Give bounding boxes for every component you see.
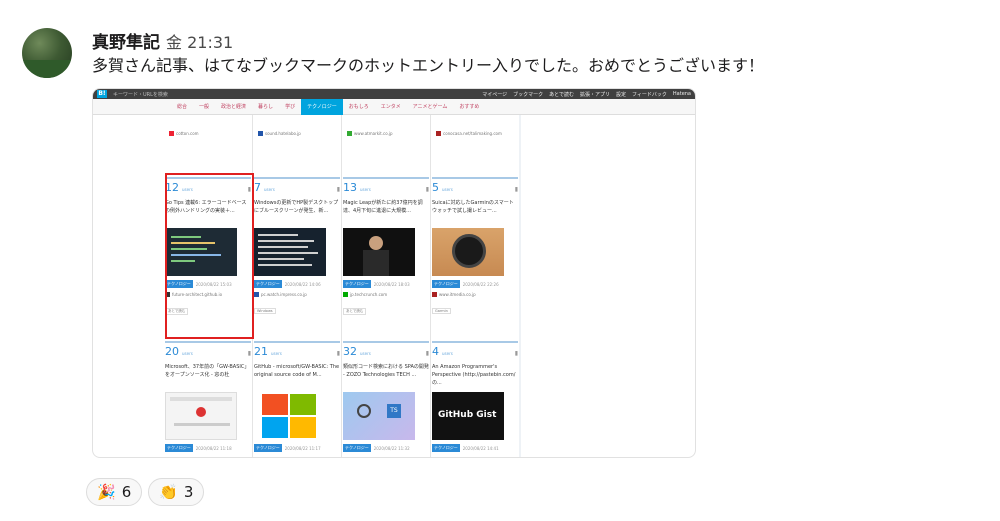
github-gist-thumbnail: GitHub Gist xyxy=(432,392,504,440)
attached-screenshot[interactable]: B! キーワード・URLを検索 マイページ ブックマーク あとで読む 拡張・アプ… xyxy=(92,88,696,458)
bookmark-count: 4 xyxy=(432,345,439,358)
top-row-source: sound.hatelabo.jp xyxy=(258,131,301,136)
hatena-tab: おもしろ xyxy=(348,103,369,110)
entry-tag: テクノロジー xyxy=(165,444,193,452)
microsoft-logo-thumbnail xyxy=(254,392,326,440)
hatena-top-bar: B! キーワード・URLを検索 マイページ ブックマーク あとで読む 拡張・アプ… xyxy=(93,89,695,99)
entry-card: 21 users ▮ GitHub - microsoft/GW-BASIC: Th… xyxy=(254,341,340,452)
entry-tag: テクノロジー xyxy=(343,444,371,452)
bookmark-count: 7 xyxy=(254,181,261,194)
entry-thumbnail xyxy=(432,228,504,276)
hatena-tab: 一般 xyxy=(199,103,210,110)
bookmark-icon: ▮ xyxy=(514,350,518,357)
hatena-search: キーワード・URLを検索 xyxy=(113,91,168,98)
entry-tag: テクノロジー xyxy=(254,444,282,452)
entry-title: Microsoft、37年前の「GW-BASIC」をオープンソース化 - 窓の杜 xyxy=(165,364,250,378)
entry-card: 20 users ▮ Microsoft、37年前の「GW-BASIC」をオープンソ… xyxy=(165,341,251,452)
hatena-link: フィードバック xyxy=(632,91,667,98)
reaction-party[interactable]: 🎉 6 xyxy=(86,478,143,506)
entry-tag: テクノロジー xyxy=(432,280,460,288)
highlight-box xyxy=(165,173,254,339)
hatena-link: 拡張・アプリ xyxy=(579,91,610,98)
entry-card: 4 users ▮ An Amazon Programmer's Perspecti… xyxy=(432,341,518,452)
reaction-count: 6 xyxy=(121,483,132,501)
bookmark-icon: ▮ xyxy=(247,350,251,357)
entry-card: 7 users ▮ Windowsの更新でHP製デスクトップにブルースクリーンが発生… xyxy=(254,177,340,316)
clapping-hands-icon: 👏 xyxy=(159,483,178,501)
top-row-source: cotton.com xyxy=(169,131,199,136)
entry-title: Suicaに対応したGarminのスマートウォッチで試し撮レビュー... xyxy=(432,200,514,214)
hatena-link: ブックマーク xyxy=(513,91,544,98)
bookmark-icon: ▮ xyxy=(425,350,429,357)
hatena-logo: B! xyxy=(97,90,107,98)
entry-title: Magic Leapが新たに約37億円を調達、4月下旬に進退に大規模... xyxy=(343,200,423,214)
bookmark-icon: ▮ xyxy=(425,186,429,193)
top-row-source: www.atmarkit.co.jp xyxy=(347,131,393,136)
hatena-link: 設定 xyxy=(615,91,626,98)
entry-thumbnail xyxy=(254,228,326,276)
reactions-bar: 🎉 6 👏 3 xyxy=(86,478,205,506)
message-timestamp[interactable]: 金 21:31 xyxy=(166,29,233,53)
github-gist-label: GitHub Gist xyxy=(438,410,497,420)
hatena-link: Hatena xyxy=(672,91,691,97)
entry-title: Windowsの更新でHP製デスクトップにブルースクリーンが発生、新... xyxy=(254,200,339,214)
bookmark-icon: ▮ xyxy=(336,350,340,357)
reaction-count: 3 xyxy=(183,483,194,501)
entry-thumbnail xyxy=(165,392,237,440)
party-popper-icon: 🎉 xyxy=(97,483,116,501)
hatena-tab: アニメとゲーム xyxy=(412,103,448,110)
hatena-tab: おすすめ xyxy=(459,103,480,110)
author-name[interactable]: 真野隼記 xyxy=(92,28,160,53)
entry-tag: テクノロジー xyxy=(432,444,460,452)
entry-title: GitHub - microsoft/GW-BASIC: The origina… xyxy=(254,364,340,378)
entry-tag: テクノロジー xyxy=(254,280,282,288)
message-header: 真野隼記 金 21:31 xyxy=(92,28,233,53)
message-text: 多賀さん記事、はてなブックマークのホットエントリー入りでした。おめでとうございま… xyxy=(92,56,765,75)
entry-card: 13 users ▮ Magic Leapが新たに約37億円を調達、4月下旬に進退に… xyxy=(343,177,429,316)
entry-title: 類似形コード検索における SPAの開発 - ZOZO Technologies … xyxy=(343,364,429,378)
entry-tag: テクノロジー xyxy=(343,280,371,288)
hatena-link: あとで読む xyxy=(549,91,574,98)
entry-card: 5 users ▮ Suicaに対応したGarminのスマートウォッチで試し撮レビュ… xyxy=(432,177,518,316)
entry-thumbnail xyxy=(343,228,415,276)
bookmark-count: 32 xyxy=(343,345,357,358)
entry-title: An Amazon Programmer's Perspective (http… xyxy=(432,364,516,386)
bookmark-count: 21 xyxy=(254,345,268,358)
hatena-tab: 学び xyxy=(285,103,296,110)
reaction-clap[interactable]: 👏 3 xyxy=(148,478,205,506)
hatena-tab: 暮らし xyxy=(258,103,274,110)
bookmark-count: 20 xyxy=(165,345,179,358)
bookmark-count: 5 xyxy=(432,181,439,194)
top-row-source: conocasa.net/talimaking.com xyxy=(436,131,502,136)
hatena-link: マイページ xyxy=(482,91,508,98)
bookmark-icon: ▮ xyxy=(336,186,340,193)
bookmark-count: 13 xyxy=(343,181,357,194)
entry-thumbnail: TS xyxy=(343,392,415,440)
hatena-tab: 総合 xyxy=(177,103,188,110)
hatena-tab: 政治と経済 xyxy=(221,103,247,110)
hatena-tab-active: テクノロジー xyxy=(301,98,343,115)
bookmark-icon: ▮ xyxy=(514,186,518,193)
author-avatar[interactable] xyxy=(22,28,72,78)
hatena-category-nav: 総合 一般 政治と経済 暮らし 学び テクノロジー おもしろ エンタメ アニメと… xyxy=(93,98,695,115)
hatena-tab: エンタメ xyxy=(380,103,401,110)
entry-card: 32 users ▮ 類似形コード検索における SPAの開発 - ZOZO Tech… xyxy=(343,341,429,452)
